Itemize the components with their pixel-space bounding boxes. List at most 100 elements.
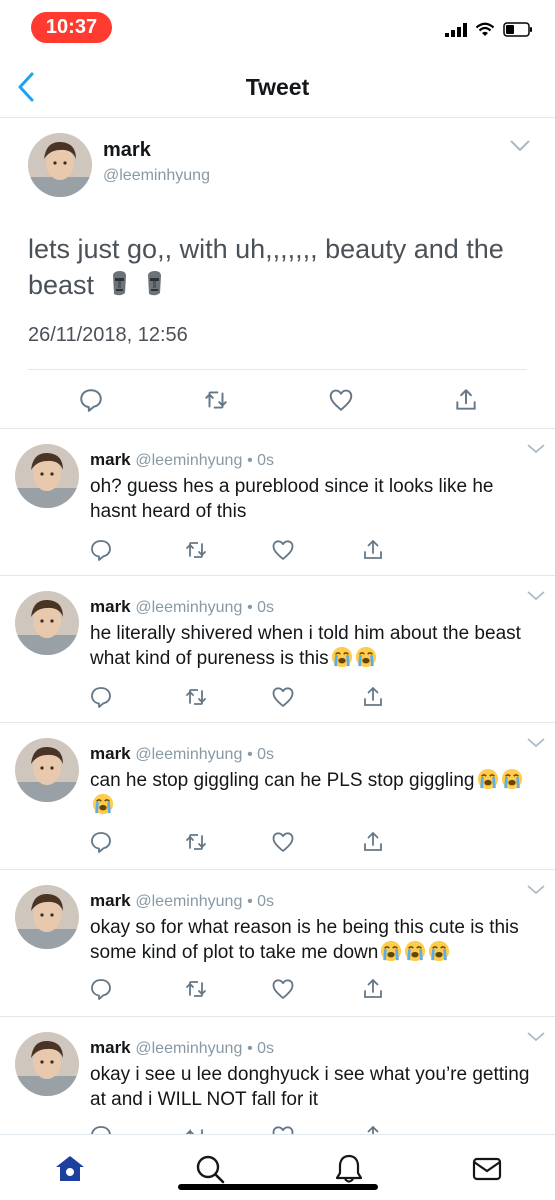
- reply-tweet[interactable]: mark @leeminhyung • 0s he literally shiv…: [0, 577, 555, 723]
- chevron-down-icon[interactable]: [527, 444, 545, 454]
- moai-emoji-icon: [112, 271, 126, 296]
- reply-header: mark @leeminhyung • 0s: [90, 744, 274, 764]
- like-heart-icon[interactable]: [271, 538, 295, 562]
- loudly-crying-emoji-icon: [355, 646, 376, 668]
- tweet-actions: [0, 1124, 555, 1134]
- reply-header: mark @leeminhyung • 0s: [90, 891, 274, 911]
- tweet-actions: [0, 830, 555, 854]
- chevron-down-icon[interactable]: [509, 139, 531, 153]
- tweet-time: • 0s: [247, 1040, 275, 1057]
- avatar[interactable]: [15, 738, 79, 802]
- like-heart-icon[interactable]: [271, 1124, 295, 1134]
- chevron-down-icon[interactable]: [527, 738, 545, 748]
- reply-header: mark @leeminhyung • 0s: [90, 597, 274, 617]
- divider: [28, 369, 527, 370]
- author-name[interactable]: mark: [90, 891, 131, 910]
- chevron-down-icon[interactable]: [527, 591, 545, 601]
- reply-icon[interactable]: [89, 830, 113, 854]
- main-tweet: mark @leeminhyung lets just go,, with uh…: [0, 119, 555, 429]
- tweet-text-content: lets just go,, with uh,,,,,,, beauty and…: [28, 234, 504, 300]
- reply-header: mark @leeminhyung • 0s: [90, 450, 274, 470]
- avatar[interactable]: [28, 133, 92, 197]
- avatar[interactable]: [15, 591, 79, 655]
- reply-header: mark @leeminhyung • 0s: [90, 1038, 274, 1058]
- author-name[interactable]: mark: [90, 1038, 131, 1057]
- tweet-text: can he stop giggling can he PLS stop gig…: [90, 768, 540, 818]
- retweet-icon[interactable]: [184, 685, 208, 709]
- tweet-text: oh? guess hes a pureblood since it looks…: [90, 474, 540, 524]
- like-heart-icon[interactable]: [271, 685, 295, 709]
- tweet-actions: [0, 538, 555, 562]
- home-icon[interactable]: [54, 1153, 86, 1185]
- author-handle[interactable]: @leeminhyung: [135, 746, 242, 763]
- author-handle[interactable]: @leeminhyung: [135, 893, 242, 910]
- loudly-crying-emoji-icon: [92, 793, 114, 815]
- reply-tweet[interactable]: mark @leeminhyung • 0s can he stop giggl…: [0, 724, 555, 870]
- like-heart-icon[interactable]: [271, 830, 295, 854]
- reply-icon[interactable]: [89, 685, 113, 709]
- share-icon[interactable]: [361, 685, 385, 709]
- avatar[interactable]: [15, 1032, 79, 1096]
- retweet-icon[interactable]: [184, 1124, 208, 1134]
- reply-icon[interactable]: [89, 538, 113, 562]
- share-icon[interactable]: [453, 387, 479, 413]
- loudly-crying-emoji-icon: [405, 940, 426, 962]
- retweet-icon[interactable]: [184, 538, 208, 562]
- tweet-text: okay i see u lee donghyuck i see what yo…: [90, 1062, 540, 1112]
- author-handle[interactable]: @leeminhyung: [135, 1040, 242, 1057]
- loudly-crying-emoji-icon: [331, 646, 352, 668]
- author-handle[interactable]: @leeminhyung: [103, 167, 210, 185]
- reply-icon[interactable]: [89, 1124, 113, 1134]
- reply-tweet[interactable]: mark @leeminhyung • 0s okay so for what …: [0, 871, 555, 1017]
- messages-icon[interactable]: [471, 1153, 503, 1185]
- retweet-icon[interactable]: [184, 830, 208, 854]
- reply-icon[interactable]: [78, 387, 104, 413]
- status-icons: [445, 22, 533, 37]
- author-name[interactable]: mark: [103, 139, 151, 162]
- status-time: 10:37: [31, 12, 112, 43]
- chevron-down-icon[interactable]: [527, 1032, 545, 1042]
- status-bar: 10:37: [0, 0, 555, 56]
- like-heart-icon[interactable]: [328, 387, 354, 413]
- author-handle[interactable]: @leeminhyung: [135, 452, 242, 469]
- author-name[interactable]: mark: [90, 744, 131, 763]
- tweet-time: • 0s: [247, 452, 275, 469]
- tweet-time: • 0s: [247, 599, 275, 616]
- tweet-text-content: can he stop giggling can he PLS stop gig…: [90, 770, 475, 791]
- author-name[interactable]: mark: [90, 450, 131, 469]
- avatar[interactable]: [15, 444, 79, 508]
- tweet-text: okay so for what reason is he being this…: [90, 915, 540, 965]
- tweet-text-content: okay i see u lee donghyuck i see what yo…: [90, 1064, 530, 1110]
- page-title: Tweet: [245, 74, 310, 100]
- tweet-text-content: he literally shivered when i told him ab…: [90, 623, 521, 669]
- reply-tweet[interactable]: mark @leeminhyung • 0s okay i see u lee …: [0, 1018, 555, 1134]
- author-handle[interactable]: @leeminhyung: [135, 599, 242, 616]
- notifications-icon[interactable]: [333, 1153, 365, 1185]
- tweet-text: he literally shivered when i told him ab…: [90, 621, 540, 671]
- retweet-icon[interactable]: [203, 387, 229, 413]
- share-icon[interactable]: [361, 830, 385, 854]
- tweet-actions: [0, 685, 555, 709]
- reply-tweet[interactable]: mark @leeminhyung • 0s oh? guess hes a p…: [0, 430, 555, 576]
- avatar[interactable]: [15, 885, 79, 949]
- tweet-time: • 0s: [247, 746, 275, 763]
- loudly-crying-emoji-icon: [429, 940, 450, 962]
- like-heart-icon[interactable]: [271, 977, 295, 1001]
- moai-emoji-icon: [148, 271, 162, 296]
- share-icon[interactable]: [361, 538, 385, 562]
- tweet-text-content: okay so for what reason is he being this…: [90, 917, 519, 963]
- wifi-icon: [475, 22, 495, 36]
- bottom-tab-bar: [0, 1134, 555, 1200]
- cellular-signal-icon: [445, 22, 467, 37]
- chevron-down-icon[interactable]: [527, 885, 545, 895]
- share-icon[interactable]: [361, 977, 385, 1001]
- reply-icon[interactable]: [89, 977, 113, 1001]
- search-icon[interactable]: [194, 1153, 226, 1185]
- tweet-actions: [0, 387, 555, 413]
- tweet-timestamp: 26/11/2018, 12:56: [28, 324, 188, 346]
- retweet-icon[interactable]: [184, 977, 208, 1001]
- loudly-crying-emoji-icon: [501, 768, 522, 790]
- share-icon[interactable]: [361, 1124, 385, 1134]
- author-name[interactable]: mark: [90, 597, 131, 616]
- tweet-time: • 0s: [247, 893, 275, 910]
